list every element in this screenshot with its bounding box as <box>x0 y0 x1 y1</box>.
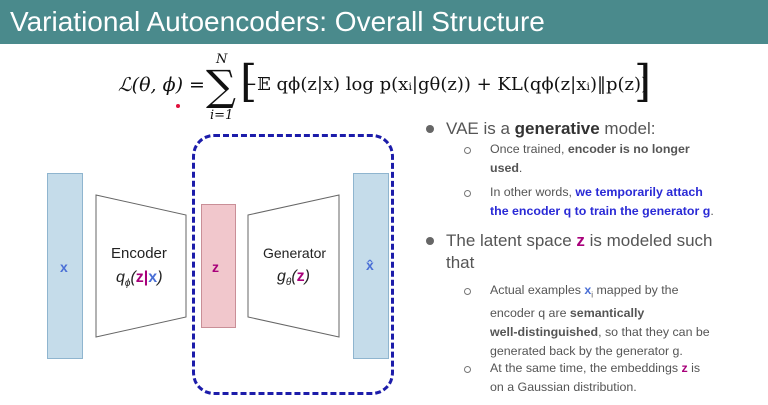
encoder-expression: qϕ(z|x) <box>116 269 163 290</box>
bullet-latent-space: The latent space z is modeled such that <box>446 231 713 272</box>
sub-bullet-ring <box>464 288 471 295</box>
sub-bullet-ring <box>464 147 471 154</box>
encoder-title: Encoder <box>111 245 167 262</box>
bracket-close: ] <box>634 56 652 107</box>
sum-lower-limit: i=1 <box>210 108 234 123</box>
bullet-dot <box>426 237 434 245</box>
sub-bullet-ring <box>464 190 471 197</box>
sum-symbol: ∑ <box>206 61 236 110</box>
formula-lhs: ℒ(θ, ϕ) = <box>118 74 205 96</box>
bullet-list: VAE is a generative model: Once trained,… <box>416 115 768 405</box>
sub-bullet-ring <box>464 366 471 373</box>
elbo-formula: ℒ(θ, ϕ) = N ∑ i=1 [ −𝔼 qϕ(z|x) log p(xᵢ|… <box>118 52 652 124</box>
vae-diagram: x z x̂ Encoder qϕ(z|x) Generator gθ(z) <box>0 125 410 405</box>
latent-z-label: z <box>212 259 219 275</box>
bullet-dot <box>426 125 434 133</box>
output-xhat-label: x̂ <box>366 257 374 273</box>
sub-bullet-gaussian: At the same time, the embeddings z is on… <box>490 361 701 394</box>
sub-bullet-semantically-distinguished: Actual examples xi mapped by the encoder… <box>490 283 710 359</box>
sub-bullet-temporary-attach: In other words, we temporarily attach th… <box>490 185 714 218</box>
sub-bullet-encoder-unused: Once trained, encoder is no longer used. <box>490 142 690 175</box>
generator-title: Generator <box>263 245 327 261</box>
formula-rhs: −𝔼 qϕ(z|x) log p(xᵢ|gθ(z)) + KL(qϕ(z|xᵢ)… <box>242 74 649 95</box>
encoder-trapezoid <box>95 194 187 338</box>
bullet-vae-generative: VAE is a generative model: <box>446 119 656 138</box>
title-bar: Variational Autoencoders: Overall Struct… <box>0 0 768 44</box>
red-pointer-dot <box>176 104 180 108</box>
generator-expression: gθ(z) <box>277 268 310 289</box>
input-x-label: x <box>60 259 68 275</box>
slide-title: Variational Autoencoders: Overall Struct… <box>10 6 545 37</box>
